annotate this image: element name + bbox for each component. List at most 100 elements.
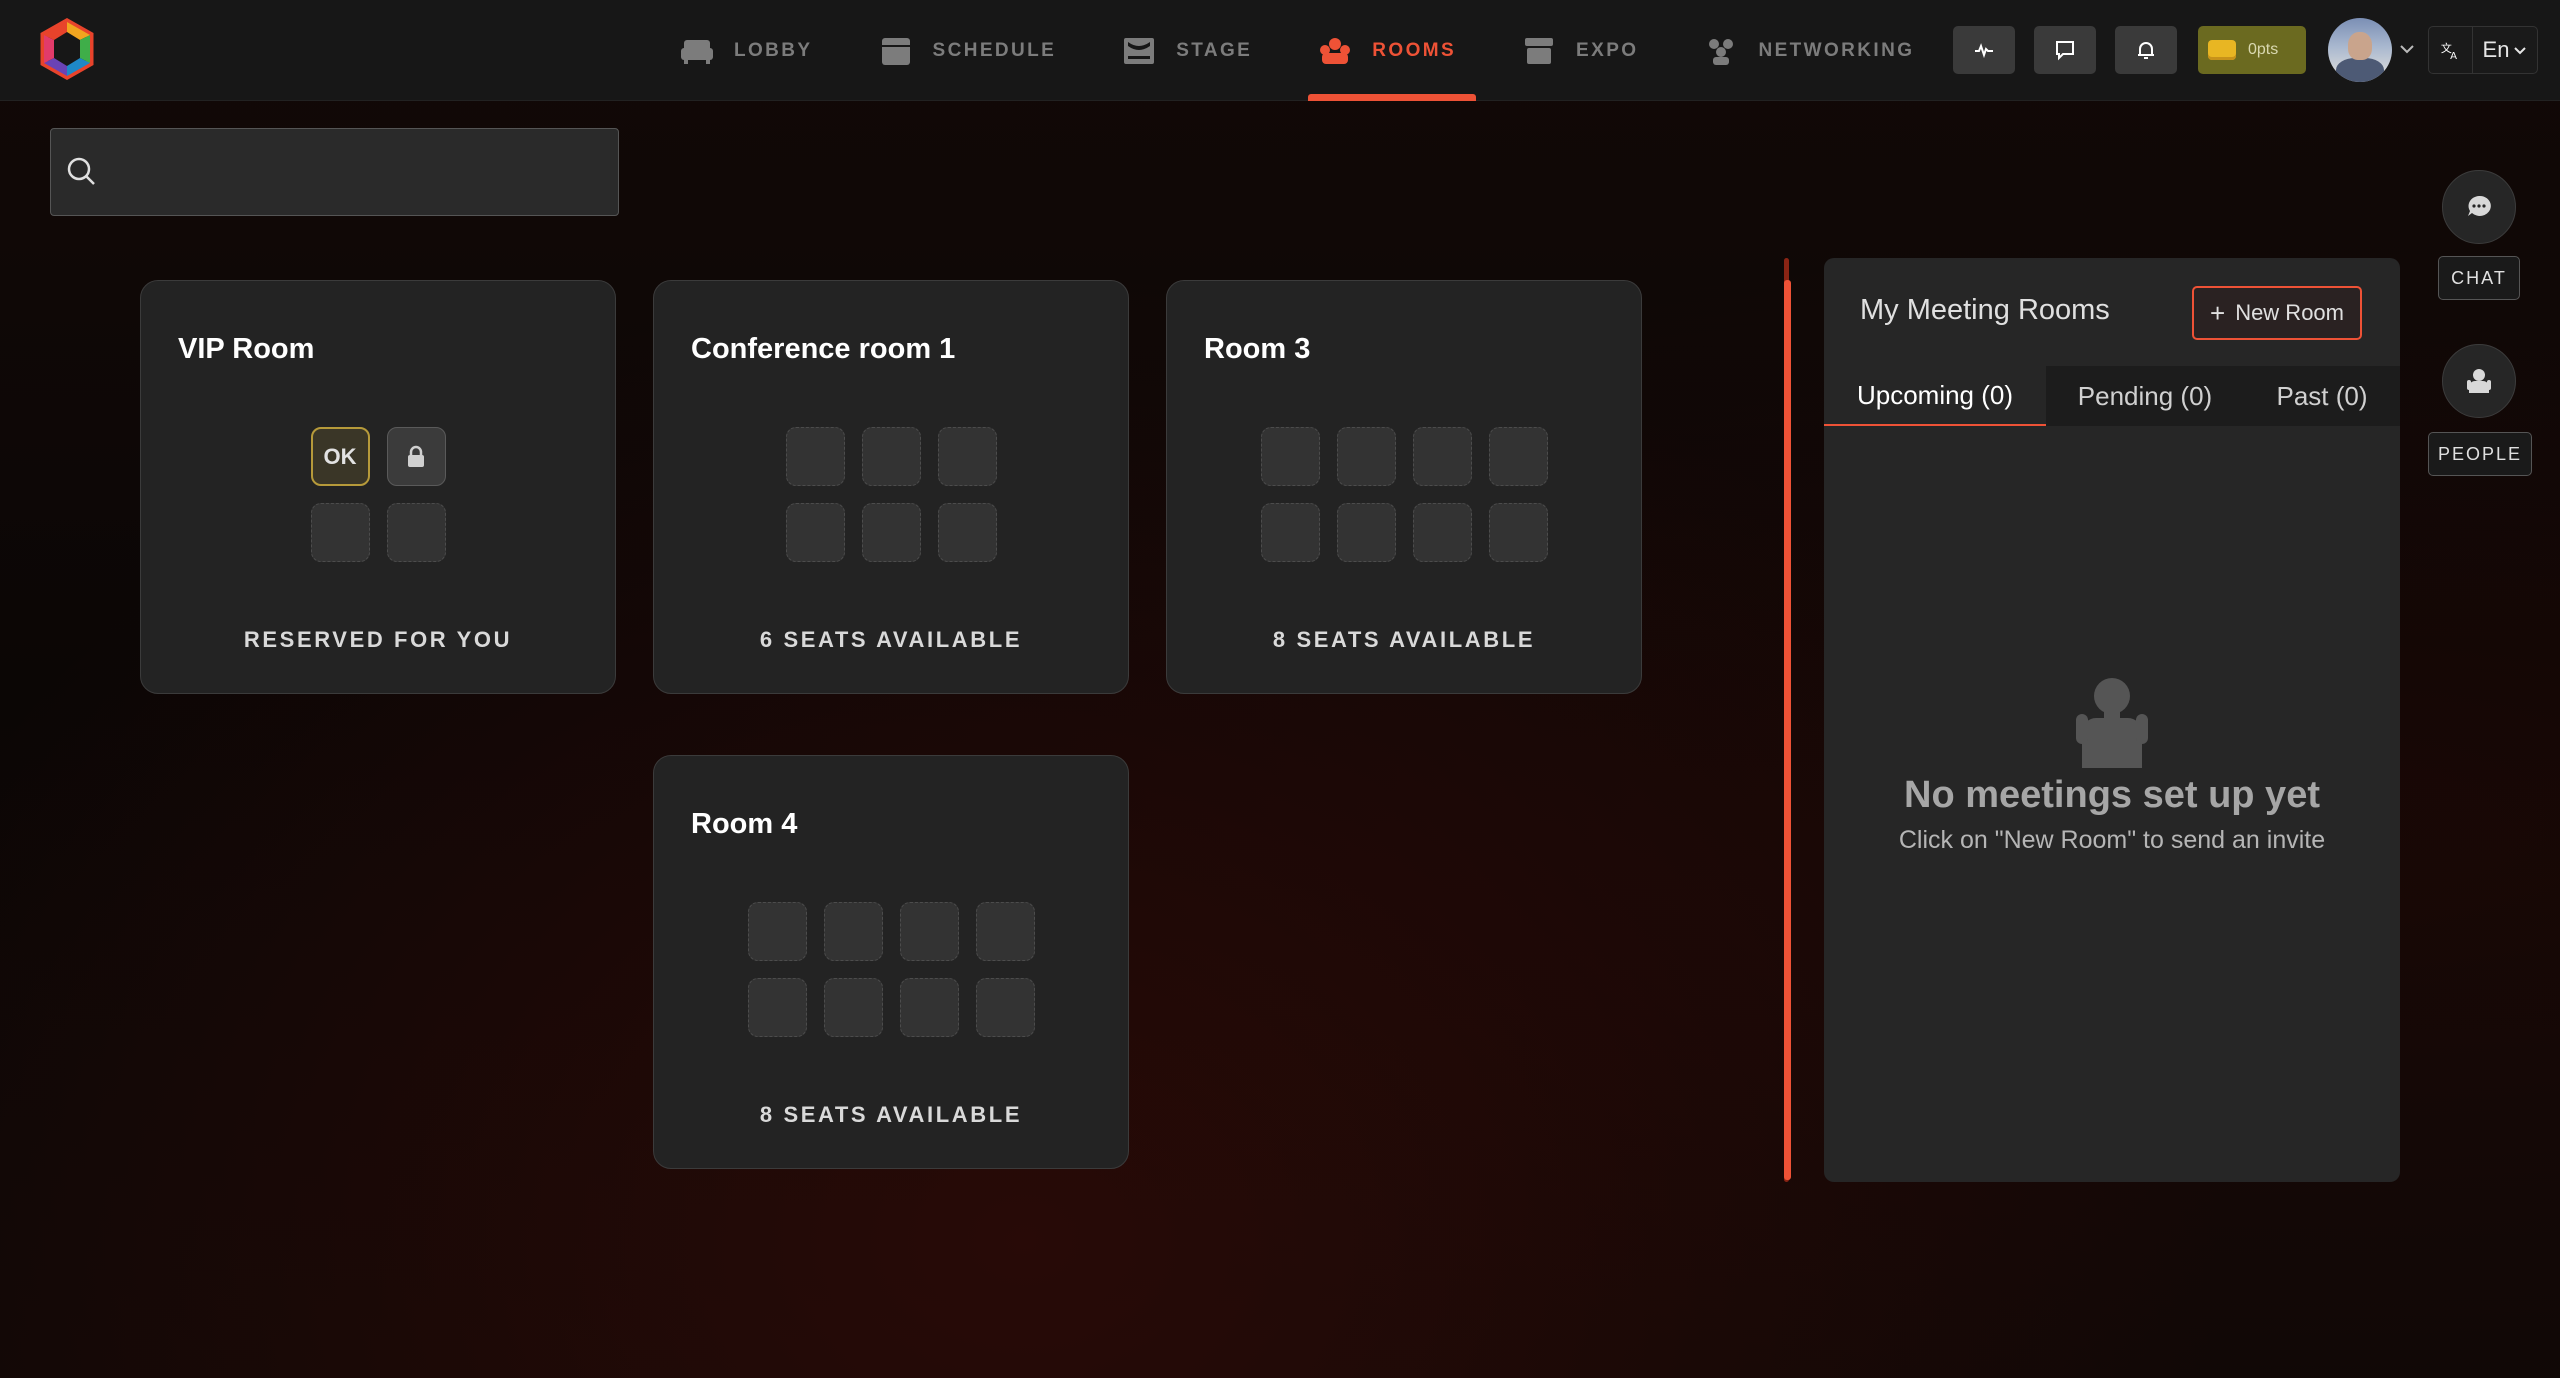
lock-icon	[408, 445, 424, 467]
seat[interactable]	[899, 978, 959, 1037]
seat[interactable]	[823, 902, 883, 961]
chevron-down-icon	[2514, 47, 2527, 55]
avatar[interactable]	[2328, 18, 2392, 82]
nav-lobby-label: LOBBY	[734, 39, 813, 61]
seat[interactable]	[747, 978, 807, 1037]
seat-grid	[1167, 427, 1641, 562]
people-button[interactable]	[2442, 344, 2516, 418]
room-title: Room 4	[691, 808, 798, 840]
nav-expo-label: EXPO	[1576, 39, 1639, 61]
new-room-button[interactable]: + New Room	[2192, 286, 2362, 340]
tab-upcoming[interactable]: Upcoming (0)	[1824, 366, 2046, 426]
points-label: 0pts	[2248, 41, 2279, 58]
seat-grid: OK	[141, 427, 615, 562]
seat[interactable]	[1488, 427, 1548, 486]
notifications-button[interactable]	[2115, 26, 2177, 74]
points-badge[interactable]: 0pts	[2198, 26, 2306, 74]
nav-rooms-label: ROOMS	[1372, 39, 1457, 61]
empty-state-subtitle: Click on "New Room" to send an invite	[1898, 826, 2326, 854]
room-status: 8 SEATS AVAILABLE	[759, 1102, 1023, 1127]
message-square-icon	[2056, 41, 2074, 61]
empty-person-icon	[2076, 678, 2148, 768]
search-input[interactable]	[113, 129, 618, 215]
booth-icon	[1525, 37, 1554, 64]
chevron-down-icon[interactable]	[2398, 38, 2416, 60]
seat[interactable]	[975, 902, 1035, 961]
panel-title: My Meeting Rooms	[1860, 294, 2110, 326]
seat[interactable]	[1336, 503, 1396, 562]
nav-rooms[interactable]: ROOMS	[1298, 0, 1476, 101]
language-code: En	[2482, 37, 2510, 62]
room-title: Conference room 1	[691, 333, 956, 365]
nav-stage-label: STAGE	[1176, 39, 1253, 61]
room-title: VIP Room	[178, 333, 315, 365]
plus-icon: +	[2210, 298, 2226, 328]
search-icon	[67, 157, 95, 185]
seat[interactable]	[937, 503, 997, 562]
seat[interactable]	[975, 978, 1035, 1037]
nav-schedule[interactable]: SCHEDULE	[859, 0, 1077, 101]
room-card-room-4[interactable]: Room 4 8 SEATS AVAILABLE	[653, 755, 1129, 1169]
reserved-seat[interactable]: OK	[310, 427, 370, 486]
room-status: 6 SEATS AVAILABLE	[759, 627, 1023, 652]
new-room-label: New Room	[2235, 300, 2344, 325]
top-navigation-bar: LOBBY SCHEDULE STAGE ROOMS EXPO NETWORKI…	[0, 0, 2560, 101]
stage-icon	[1124, 37, 1155, 64]
empty-state-title: No meetings set up yet	[1904, 774, 2320, 816]
room-title: Room 3	[1204, 333, 1311, 365]
calendar-icon	[881, 37, 910, 65]
tab-past[interactable]: Past (0)	[2244, 366, 2400, 426]
seat[interactable]	[1336, 427, 1396, 486]
chat-label[interactable]: CHAT	[2438, 256, 2520, 300]
room-status: RESERVED FOR YOU	[243, 627, 513, 652]
seat[interactable]	[861, 427, 921, 486]
seat[interactable]	[1260, 503, 1320, 562]
chat-bubble-icon	[2468, 195, 2491, 216]
seat-grid	[654, 902, 1128, 1037]
seat[interactable]	[1260, 427, 1320, 486]
seat[interactable]	[1412, 427, 1472, 486]
seat[interactable]	[899, 902, 959, 961]
seat[interactable]	[823, 978, 883, 1037]
meeting-rooms-panel: My Meeting Rooms + New Room Upcoming (0)…	[1824, 258, 2400, 1182]
room-card-vip[interactable]: VIP Room OK RESERVED FOR YOU	[140, 280, 616, 694]
people-group-icon	[1709, 38, 1734, 65]
coins-icon	[2208, 40, 2236, 60]
svg-text:A: A	[2450, 51, 2457, 61]
person-icon	[2467, 369, 2491, 393]
activity-pulse-icon	[1975, 43, 1993, 59]
seat[interactable]	[937, 427, 997, 486]
seat[interactable]	[386, 503, 446, 562]
nav-networking[interactable]: NETWORKING	[1684, 0, 1934, 101]
room-card-room-3[interactable]: Room 3 8 SEATS AVAILABLE	[1166, 280, 1642, 694]
nav-schedule-label: SCHEDULE	[932, 39, 1057, 61]
seat[interactable]	[1412, 503, 1472, 562]
seat[interactable]	[785, 427, 845, 486]
event-logo-icon[interactable]	[36, 18, 98, 80]
nav-lobby[interactable]: LOBBY	[660, 0, 833, 101]
seat[interactable]	[310, 503, 370, 562]
nav-networking-label: NETWORKING	[1758, 39, 1915, 61]
seat[interactable]	[785, 503, 845, 562]
tab-pending[interactable]: Pending (0)	[2046, 366, 2244, 426]
nav-stage[interactable]: STAGE	[1102, 0, 1272, 101]
chat-button[interactable]	[2442, 170, 2516, 244]
seat[interactable]	[1488, 503, 1548, 562]
language-selector[interactable]: 文A En	[2428, 26, 2538, 74]
seat-grid	[654, 427, 1128, 562]
locked-seat	[386, 427, 446, 486]
bell-icon	[2138, 42, 2154, 59]
translate-icon: 文A	[2429, 27, 2473, 73]
room-status: 8 SEATS AVAILABLE	[1272, 627, 1536, 652]
activity-button[interactable]	[1953, 26, 2015, 74]
seat[interactable]	[747, 902, 807, 961]
nav-expo[interactable]: EXPO	[1502, 0, 1658, 101]
seat[interactable]	[861, 503, 921, 562]
scrollbar-thumb[interactable]	[1784, 280, 1791, 1180]
room-card-conference-room-1[interactable]: Conference room 1 6 SEATS AVAILABLE	[653, 280, 1129, 694]
rooms-icon	[1320, 37, 1351, 64]
room-search[interactable]	[50, 128, 619, 216]
messages-button[interactable]	[2034, 26, 2096, 74]
people-label[interactable]: PEOPLE	[2428, 432, 2532, 476]
main-nav: LOBBY SCHEDULE STAGE ROOMS EXPO NETWORKI…	[660, 0, 1960, 101]
